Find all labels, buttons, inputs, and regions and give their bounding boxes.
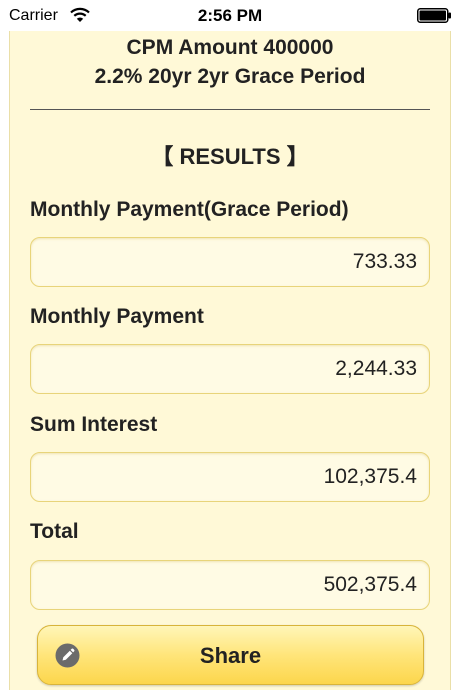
share-button[interactable]: Share [37,625,424,685]
total-label: Total [30,520,79,543]
loan-summary: CPM Amount 400000 2.2% 20yr 2yr Grace Pe… [10,33,450,91]
monthly-payment-label: Monthly Payment [30,305,204,328]
sum-interest-label: Sum Interest [30,413,158,436]
status-bar: Carrier 2:56 PM [0,0,460,31]
summary-line-amount: CPM Amount 400000 [126,36,334,59]
total-field[interactable]: 502,375.4 [30,560,430,610]
battery-icon [417,8,451,23]
results-panel: CPM Amount 400000 2.2% 20yr 2yr Grace Pe… [9,31,451,690]
monthly-payment-field[interactable]: 2,244.33 [30,344,430,394]
divider [30,109,430,110]
status-time: 2:56 PM [197,6,263,25]
summary-line-terms: 2.2% 20yr 2yr Grace Period [94,65,366,88]
share-button-label: Share [199,643,262,668]
sum-interest-field[interactable]: 102,375.4 [30,452,430,502]
grace-payment-label: Monthly Payment(Grace Period) [30,198,349,221]
results-heading: 【 RESULTS 】 [151,144,309,169]
grace-payment-field[interactable]: 733.33 [30,237,430,287]
